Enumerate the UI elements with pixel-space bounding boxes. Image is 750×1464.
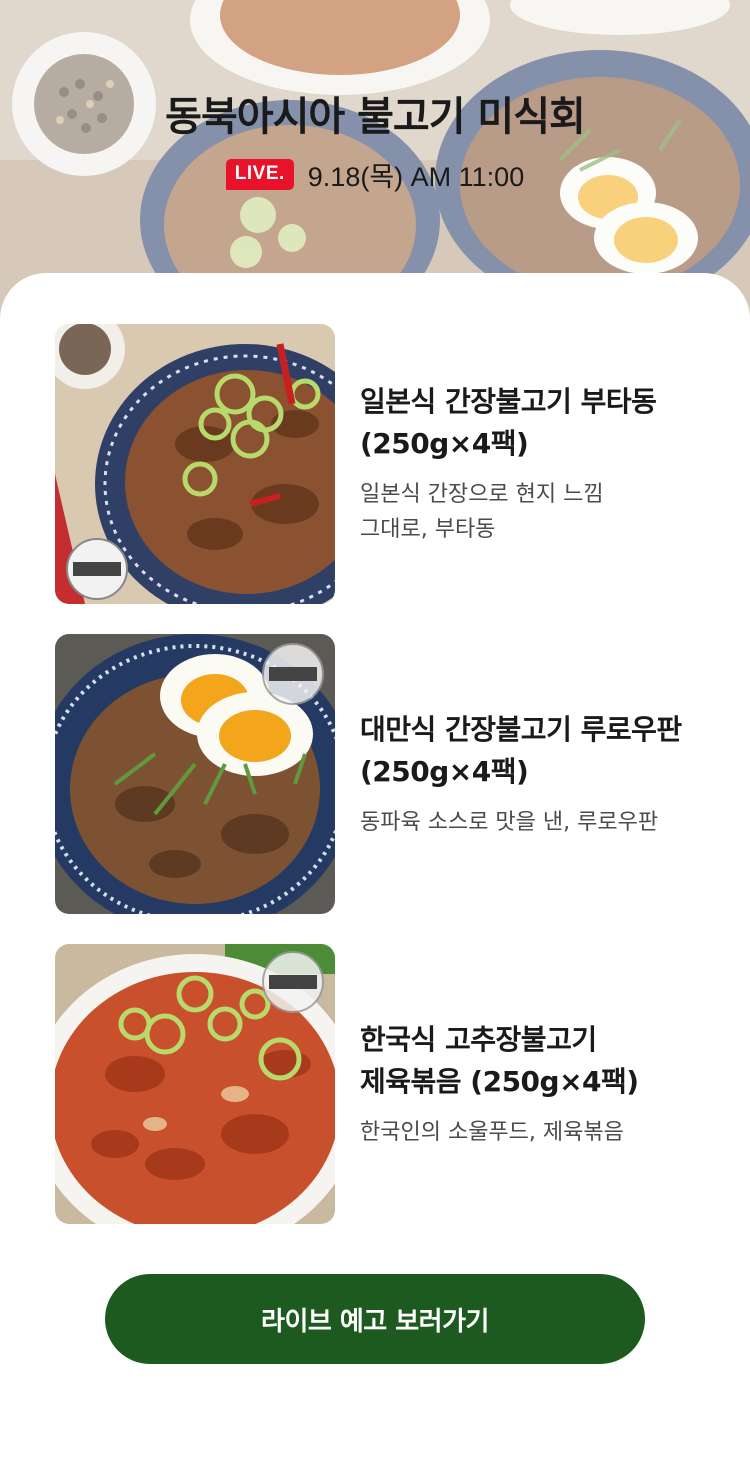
- product-description: 일본식 간장으로 현지 느낌 그대로, 부타동: [360, 482, 604, 542]
- product-name[interactable]: 대만식 간장불고기 루로우판 (250g×4팩): [360, 709, 710, 793]
- jeyuk-photo: [55, 944, 335, 1224]
- product-image[interactable]: [55, 634, 335, 914]
- product-image[interactable]: [55, 324, 335, 604]
- product-description: 동파육 소스로 맛을 낸, 루로우판: [360, 809, 659, 835]
- product-name[interactable]: 한국식 고추장불고기 제육볶음 (250g×4팩): [360, 1019, 710, 1103]
- hero-banner: 동북아시아 불고기 미식회 LIVE. 9.18(목) AM 11:00: [0, 0, 750, 320]
- product-image[interactable]: [55, 944, 335, 1224]
- product-description: 한국인의 소울푸드, 제육볶음: [360, 1119, 624, 1145]
- product-item-luroufan[interactable]: 대만식 간장불고기 루로우판 (250g×4팩) 동파육 소스로 맛을 낸, 루…: [55, 634, 695, 914]
- live-datetime: 9.18(목) AM 11:00: [307, 161, 525, 192]
- live-preview-button[interactable]: 라이브 예고 보러가기: [105, 1274, 645, 1364]
- event-title: 동북아시아 불고기 미식회: [165, 94, 586, 140]
- live-schedule: LIVE. 9.18(목) AM 11:00: [0, 154, 750, 194]
- live-badge: LIVE.: [225, 158, 294, 190]
- luroufan-photo: [55, 634, 335, 914]
- product-item-butadon[interactable]: 일본식 간장불고기 부타동 (250g×4팩) 일본식 간장으로 현지 느낌 그…: [55, 324, 695, 604]
- butadon-photo: [55, 324, 335, 604]
- product-name[interactable]: 일본식 간장불고기 부타동 (250g×4팩): [360, 381, 710, 465]
- product-item-jeyuk[interactable]: 한국식 고추장불고기 제육볶음 (250g×4팩) 한국인의 소울푸드, 제육볶…: [55, 944, 695, 1224]
